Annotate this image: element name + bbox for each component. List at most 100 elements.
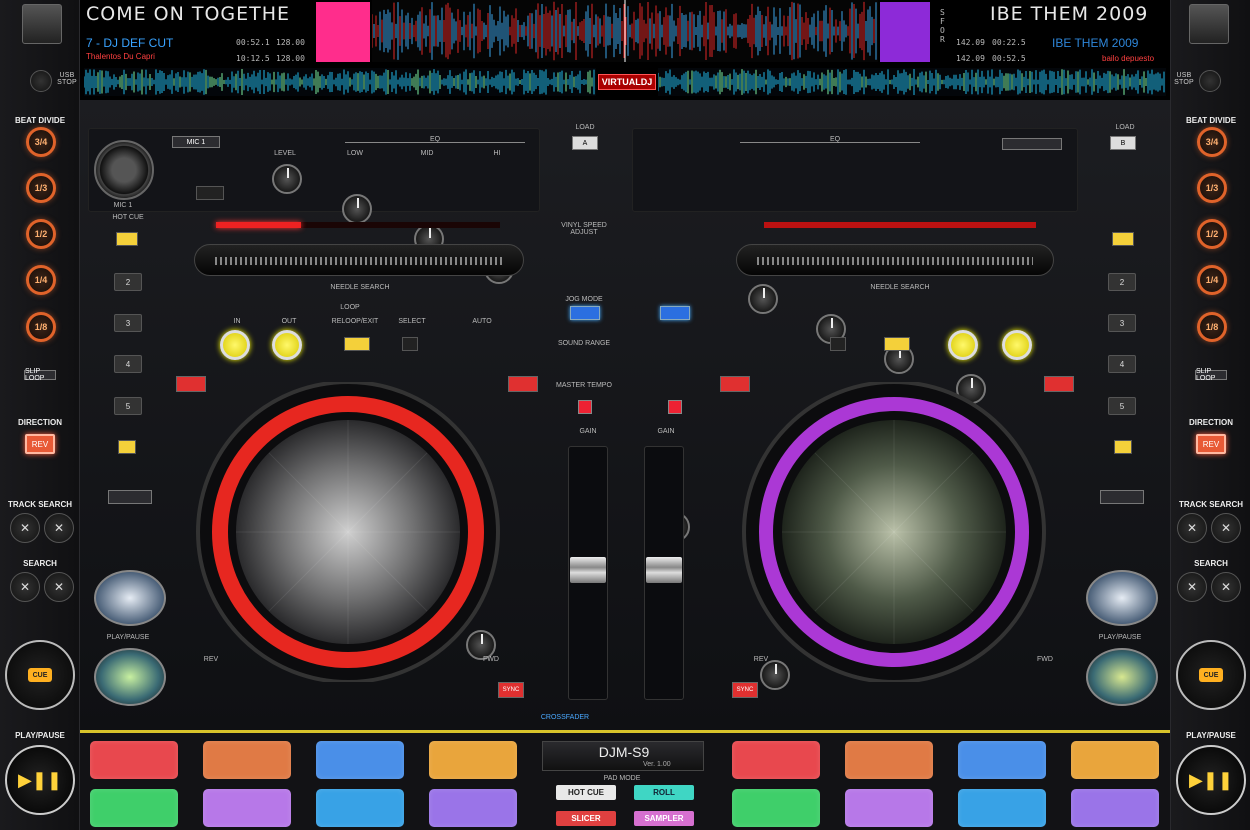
cue-chrome-button-right[interactable] <box>1086 570 1158 626</box>
performance-pad-right-8[interactable] <box>1071 789 1159 827</box>
slip-button-left[interactable] <box>108 490 152 504</box>
jog-wheel-left[interactable] <box>176 382 520 682</box>
search-label-left: SEARCH <box>23 559 57 568</box>
loop-in-button-right[interactable] <box>1002 330 1032 360</box>
beat-button-left-3[interactable]: 1/2 <box>26 219 56 249</box>
play-pause-button-left[interactable]: ▶❚❚ <box>5 745 75 815</box>
beat-button-left-5[interactable]: 1/8 <box>26 312 56 342</box>
performance-pad-right-3[interactable] <box>958 741 1046 779</box>
overview-waveform-left[interactable] <box>84 68 596 96</box>
slip-button-right[interactable] <box>1100 490 1144 504</box>
channel-fader-knob-left[interactable] <box>570 557 606 583</box>
performance-pad-right-6[interactable] <box>845 789 933 827</box>
loop-out-button-right[interactable] <box>948 330 978 360</box>
hot-cue-4-right[interactable]: 4 <box>1108 355 1136 373</box>
cue-button-right[interactable]: CUE <box>1176 640 1246 710</box>
beat-button-right-4[interactable]: 1/4 <box>1197 265 1227 295</box>
track-search-prev-button-left[interactable]: ✕ <box>10 513 40 543</box>
level-knob[interactable] <box>272 164 302 194</box>
reloop-button-left[interactable] <box>344 337 370 351</box>
master-tempo-button-right[interactable] <box>668 400 682 414</box>
beat-button-left-2[interactable]: 1/3 <box>26 173 56 203</box>
play-pause-button-right[interactable]: ▶❚❚ <box>1176 745 1246 815</box>
beat-button-right-3[interactable]: 1/2 <box>1197 219 1227 249</box>
hot-cue-5-left[interactable]: 5 <box>114 397 142 415</box>
performance-pad-left-2[interactable] <box>203 741 291 779</box>
jog-mode-button-left[interactable] <box>570 306 600 320</box>
search-fwd-button-right[interactable]: ✕ <box>1211 572 1241 602</box>
play-chrome-button-left[interactable] <box>94 648 166 706</box>
select-button-left[interactable] <box>402 337 418 351</box>
hot-cue-5-right[interactable]: 5 <box>1108 397 1136 415</box>
performance-pad-right-2[interactable] <box>845 741 933 779</box>
center-waveform[interactable] <box>372 0 878 62</box>
performance-pad-right-5[interactable] <box>732 789 820 827</box>
load-button-left[interactable]: A <box>572 136 598 150</box>
performance-pad-left-6[interactable] <box>203 789 291 827</box>
hot-cue-3-right[interactable]: 3 <box>1108 314 1136 332</box>
master-tempo-button-left[interactable] <box>578 400 592 414</box>
reloop-button-right[interactable] <box>884 337 910 351</box>
channel-fader-left[interactable] <box>568 446 608 700</box>
performance-pad-left-1[interactable] <box>90 741 178 779</box>
track-search-next-button-right[interactable]: ✕ <box>1211 513 1241 543</box>
hot-cue-1-left[interactable] <box>116 232 138 246</box>
rev-button-right[interactable]: REV <box>1196 434 1226 454</box>
rev-button-left[interactable]: REV <box>25 434 55 454</box>
slip-loop-button-right[interactable]: SLIP LOOP <box>1195 368 1227 382</box>
beat-button-right-2[interactable]: 1/3 <box>1197 173 1227 203</box>
play-chrome-button-right[interactable] <box>1086 648 1158 706</box>
cue-chrome-button-left[interactable] <box>94 570 166 626</box>
channel-fader-knob-right[interactable] <box>646 557 682 583</box>
mic-toggle[interactable] <box>196 186 224 200</box>
search-fwd-button-left[interactable]: ✕ <box>44 572 74 602</box>
performance-pad-right-7[interactable] <box>958 789 1046 827</box>
performance-pad-left-4[interactable] <box>429 741 517 779</box>
sync-small-button-right[interactable]: SYNC <box>732 682 758 698</box>
performance-pad-left-7[interactable] <box>316 789 404 827</box>
sync-small-button-left[interactable]: SYNC <box>498 682 524 698</box>
cue-button-left[interactable]: CUE <box>5 640 75 710</box>
hot-cue-4-left[interactable]: 4 <box>114 355 142 373</box>
hot-cue-2-left[interactable]: 2 <box>114 273 142 291</box>
eq-low-knob-left[interactable] <box>342 194 372 224</box>
performance-pad-right-1[interactable] <box>732 741 820 779</box>
slicer-mode-button[interactable]: SLICER <box>556 811 616 826</box>
track-search-prev-button-right[interactable]: ✕ <box>1177 513 1207 543</box>
jog-wheel-right[interactable] <box>716 382 1066 682</box>
rec-mode-left[interactable] <box>118 440 136 454</box>
beat-button-left-4[interactable]: 1/4 <box>26 265 56 295</box>
select-button-right[interactable] <box>830 337 846 351</box>
usb-stop-knob-right[interactable] <box>1199 70 1221 92</box>
hot-cue-3-left[interactable]: 3 <box>114 314 142 332</box>
overview-waveform-right[interactable] <box>658 68 1166 96</box>
loop-out-button-left[interactable] <box>272 330 302 360</box>
sampler-mode-button[interactable]: SAMPLER <box>634 811 694 826</box>
search-back-button-left[interactable]: ✕ <box>10 572 40 602</box>
load-button-right[interactable]: B <box>1110 136 1136 150</box>
hot-cue-1-right[interactable] <box>1112 232 1134 246</box>
channel-fader-right[interactable] <box>644 446 684 700</box>
performance-pad-left-8[interactable] <box>429 789 517 827</box>
rec-mode-right[interactable] <box>1114 440 1132 454</box>
slip-loop-button-left[interactable]: SLIP LOOP <box>24 368 56 382</box>
performance-pad-left-5[interactable] <box>90 789 178 827</box>
performance-pad-right-4[interactable] <box>1071 741 1159 779</box>
eq-hi-knob-right[interactable] <box>748 284 778 314</box>
beat-button-right-1[interactable]: 3/4 <box>1197 127 1227 157</box>
performance-pad-left-3[interactable] <box>316 741 404 779</box>
search-back-button-right[interactable]: ✕ <box>1177 572 1207 602</box>
roll-mode-button[interactable]: ROLL <box>634 785 694 800</box>
loop-in-button-left[interactable] <box>220 330 250 360</box>
usb-stop-knob-left[interactable] <box>30 70 52 92</box>
deck-right-mode-button[interactable] <box>1002 138 1062 150</box>
beat-button-right-5[interactable]: 1/8 <box>1197 312 1227 342</box>
beat-button-left-1[interactable]: 3/4 <box>26 127 56 157</box>
needle-search-left[interactable] <box>194 244 524 276</box>
track-search-next-button-left[interactable]: ✕ <box>44 513 74 543</box>
mic-button[interactable]: MIC 1 <box>172 136 220 148</box>
jog-mode-button-right[interactable] <box>660 306 690 320</box>
needle-search-right[interactable] <box>736 244 1054 276</box>
hot-cue-2-right[interactable]: 2 <box>1108 273 1136 291</box>
hot-cue-mode-button[interactable]: HOT CUE <box>556 785 616 800</box>
